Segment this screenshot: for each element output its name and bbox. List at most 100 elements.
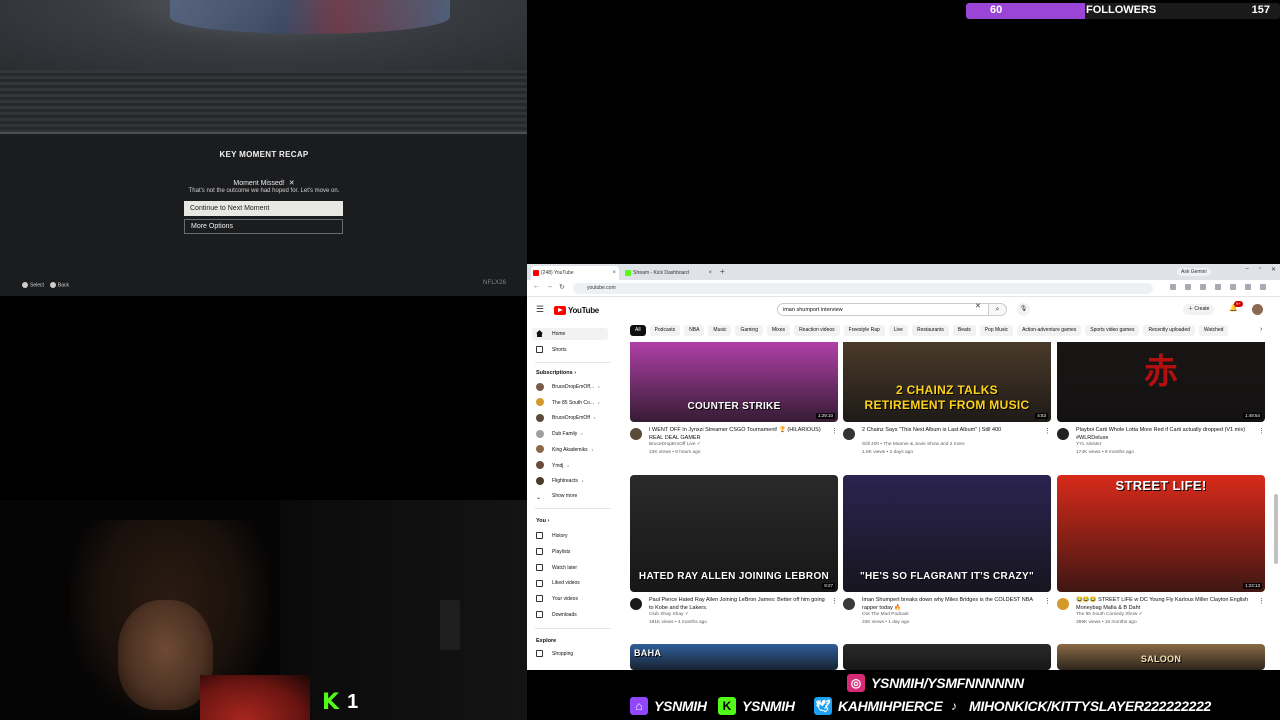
bookmark-star-icon[interactable] [1185,284,1191,290]
social-twitter[interactable]: 🕊 KAHMIHPIERCE [812,695,943,717]
youtube-logo[interactable]: YouTube [554,305,599,315]
url-field[interactable]: youtube.com [573,283,1153,294]
video-thumbnail[interactable]: STREET LIFE! 1:23:13 [1057,475,1265,592]
sidebar-item-shorts[interactable]: Shorts [536,344,566,356]
subscriptions-heading[interactable]: Subscriptions › [536,370,576,376]
close-icon[interactable]: ✕ [289,180,295,187]
social-instagram[interactable]: ◎ YSNMIH/YSMFNNNNNN [845,672,1024,694]
sidebar-item-your-videos[interactable]: Your videos [536,593,578,605]
extension-icon[interactable] [1200,284,1206,290]
download-icon[interactable] [1230,284,1236,290]
social-kick[interactable]: K YSNMIH [716,695,795,717]
sidebar-item-subscription[interactable]: BruceDropEmOff... • [536,381,600,393]
back-hint[interactable]: Back [49,282,69,288]
tab-youtube[interactable]: (248) YouTube × [531,266,619,280]
continue-to-next-moment-button[interactable]: Continue to Next Moment [184,201,343,216]
video-thumbnail[interactable]: BAHA [630,644,838,670]
chip-freestyle-rap[interactable]: Freestyle Rap [843,325,885,336]
video-thumbnail[interactable]: COUNTER STRIKE 1:29:10 [630,342,838,422]
close-tab-icon[interactable]: × [612,266,616,280]
sidebar-item-liked-videos[interactable]: Liked videos [536,577,580,589]
create-button[interactable]: ＋ Create [1183,304,1215,315]
you-heading[interactable]: You › [536,518,549,524]
chip-reaction-videos[interactable]: Reaction videos [794,325,840,336]
sidebar-item-home[interactable]: Home [532,328,608,340]
video-thumbnail[interactable]: 赤 1:49:54 [1057,342,1265,422]
ask-gemini-button[interactable]: Ask Gemini [1177,268,1211,276]
microphone-icon[interactable]: 🎙 [1017,303,1030,316]
channel-name[interactable]: YYL sinister [1076,442,1101,447]
forward-arrow-icon[interactable]: → [546,283,553,290]
social-twitch[interactable]: ⌂ YSNMIH [628,695,707,717]
chip-beats[interactable]: Beats [952,325,976,336]
channel-name[interactable]: The 85 South Comedy Show ✓ [1076,612,1143,617]
sidebar-item-subscription[interactable]: Ymdj • [536,460,569,472]
sidebar-item-subscription[interactable]: The 85 South Co... • [536,397,599,409]
channel-avatar[interactable] [1057,598,1069,610]
channel-avatar[interactable] [843,598,855,610]
chip-live[interactable]: Live [888,325,908,336]
channel-avatar[interactable] [843,428,855,440]
social-tiktok[interactable]: ♪ MIHONKICK/KITTYSLAYER222222222 [943,695,1211,717]
more-actions-icon[interactable]: ⋮ [1044,427,1051,435]
profile-icon[interactable] [1260,284,1266,290]
new-tab-button[interactable]: + [720,266,725,278]
sidebar-item-subscription[interactable]: BruceDropEmOff • [536,412,595,424]
chip-gaming[interactable]: Gaming [735,325,763,336]
more-options-button[interactable]: More Options [184,219,343,234]
video-thumbnail[interactable]: 2 CHAINZ TALKS RETIREMENT FROM MUSIC 4:53 [843,342,1051,422]
close-window-icon[interactable]: ✕ [1271,266,1276,273]
video-title[interactable]: 2 Chainz Says "This Next Album is Last A… [862,427,1040,435]
more-actions-icon[interactable]: ⋮ [831,597,838,605]
chip-action-adventure-games[interactable]: Action-adventure games [1017,325,1082,336]
video-title[interactable]: 😂😂😂 STREET LIFE w DC Young Fly Karlous M… [1076,597,1254,612]
chip-nba[interactable]: NBA [684,325,705,336]
video-title[interactable]: Playboi Carti Whole Lotta More Red if Ca… [1076,427,1254,442]
reload-icon[interactable]: ↻ [559,283,565,291]
video-title[interactable]: Paul Pierce Hated Ray Allen Joining LeBr… [649,597,827,612]
page-scrollbar[interactable] [1274,494,1278,564]
chip-all[interactable]: All [630,325,646,336]
close-tab-icon[interactable]: × [708,266,712,280]
video-thumbnail[interactable] [843,644,1051,670]
hamburger-menu-icon[interactable]: ☰ [536,304,544,315]
sidebar-icon[interactable] [1245,284,1251,290]
channel-name[interactable]: BruceDropEmOff Live ✓ [649,442,701,447]
chip-recently-uploaded[interactable]: Recently uploaded [1143,325,1195,336]
channel-avatar[interactable] [630,428,642,440]
clear-search-icon[interactable]: ✕ [975,302,981,310]
channel-avatar[interactable] [1057,428,1069,440]
sidebar-item-subscription[interactable]: Dub Family • [536,428,583,440]
video-thumbnail[interactable]: SALOON [1057,644,1265,670]
back-arrow-icon[interactable]: ← [533,283,540,290]
chip-restaurants[interactable]: Restaurants [911,325,949,336]
chip-watched[interactable]: Watched [1198,325,1229,336]
search-input[interactable]: iman shumport interview [777,303,989,316]
select-hint[interactable]: Select [22,282,44,288]
puzzle-icon[interactable] [1215,284,1221,290]
channel-name[interactable]: Still 400 • The Mannie & Juvie Show and … [862,442,965,447]
chip-mixes[interactable]: Mixes [767,325,791,336]
chip-sports-video-games[interactable]: Sports video games [1085,325,1140,336]
more-actions-icon[interactable]: ⋮ [1258,427,1265,435]
sidebar-item-downloads[interactable]: Downloads [536,609,577,621]
search-button[interactable]: ⌕ [989,303,1007,316]
tab-kick-dashboard[interactable]: Stream - Kick Dashboard × [623,266,715,280]
chip-music[interactable]: Music [708,325,732,336]
channel-avatar[interactable] [630,598,642,610]
show-more-button[interactable]: ⌄ Show more [536,490,577,502]
sidebar-item-subscription[interactable]: King Akademiks • [536,444,593,456]
more-actions-icon[interactable]: ⋮ [1258,597,1265,605]
minimize-icon[interactable]: – [1245,266,1248,273]
video-title[interactable]: Iman Shumpert breaks down why Miles Brid… [862,597,1040,612]
sidebar-item-subscription[interactable]: Flightreacts • [536,475,583,487]
channel-name[interactable]: Out The Mud Podcast [862,612,909,617]
maximize-icon[interactable]: ▫ [1259,266,1261,273]
chip-pop-music[interactable]: Pop Music [979,325,1014,336]
sidebar-item-watch-later[interactable]: Watch later [536,562,577,574]
cast-icon[interactable] [1170,284,1176,290]
video-thumbnail[interactable]: HATED RAY ALLEN JOINING LEBRON 9:27 [630,475,838,592]
more-actions-icon[interactable]: ⋮ [1044,597,1051,605]
video-thumbnail[interactable]: "HE'S SO FLAGRANT IT'S CRAZY" [843,475,1051,592]
chip-podcasts[interactable]: Podcasts [649,325,681,336]
